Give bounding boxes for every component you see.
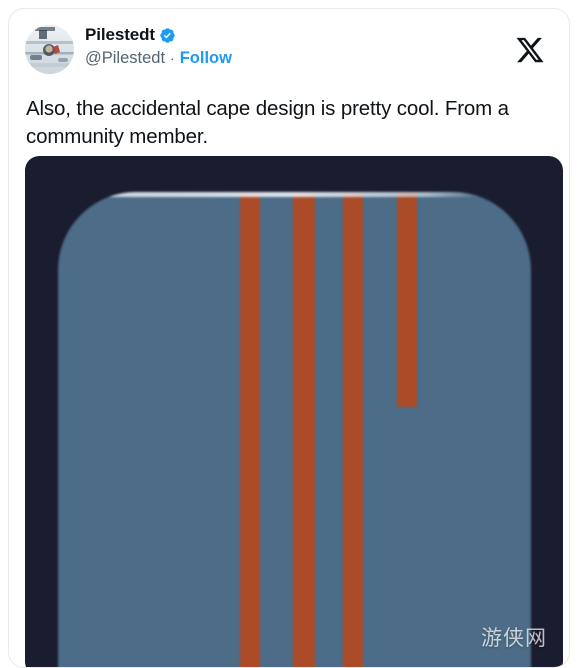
tweet-card[interactable]: Pilestedt @Pilestedt · Follow Also, the … bbox=[8, 8, 570, 668]
display-name[interactable]: Pilestedt bbox=[85, 25, 155, 45]
tweet-text: Also, the accidental cape design is pret… bbox=[26, 97, 509, 148]
panel-top-highlight bbox=[58, 192, 531, 197]
media-frame: 游侠网 bbox=[25, 156, 563, 667]
tweet-media[interactable]: 游侠网 bbox=[25, 156, 563, 667]
avatar-photo bbox=[25, 25, 74, 74]
cape-panel bbox=[58, 192, 531, 667]
name-row: Pilestedt bbox=[85, 23, 232, 47]
separator-dot: · bbox=[170, 50, 175, 66]
author-handle[interactable]: @Pilestedt bbox=[85, 48, 165, 68]
author-identity[interactable]: Pilestedt @Pilestedt · Follow bbox=[85, 23, 232, 71]
cape-stripe bbox=[343, 192, 363, 667]
watermark: 游侠网 bbox=[481, 626, 547, 650]
cape-stripe bbox=[240, 192, 260, 667]
cape-stripe bbox=[293, 192, 315, 667]
follow-button[interactable]: Follow bbox=[180, 48, 232, 68]
tweet-header: Pilestedt @Pilestedt · Follow bbox=[25, 23, 553, 79]
avatar[interactable] bbox=[25, 25, 74, 74]
x-logo-icon[interactable] bbox=[515, 35, 545, 65]
handle-row: @Pilestedt · Follow bbox=[85, 48, 232, 71]
cape-stripe bbox=[397, 192, 417, 407]
verified-badge-icon bbox=[159, 27, 176, 44]
